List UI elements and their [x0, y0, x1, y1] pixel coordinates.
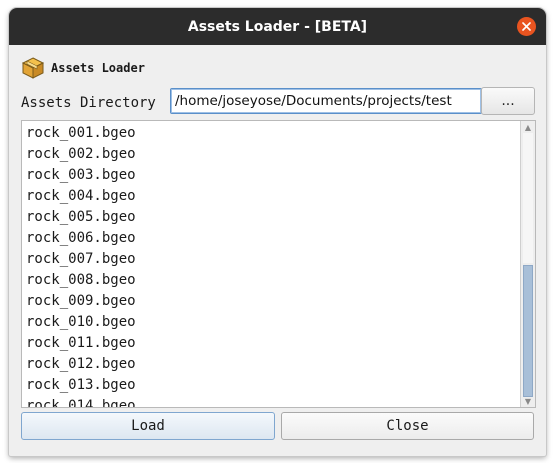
list-item[interactable]: rock_013.bgeo [26, 375, 136, 396]
window-title: Assets Loader - [BETA] [187, 18, 368, 35]
scroll-up-arrow-icon[interactable]: ▲ [523, 123, 533, 132]
file-list-items: rock_001.bgeo rock_002.bgeo rock_003.bgeo r… [26, 123, 136, 407]
directory-input[interactable] [170, 88, 482, 114]
close-icon [522, 22, 531, 31]
scroll-thumb[interactable] [523, 265, 533, 397]
list-item[interactable]: rock_006.bgeo [26, 228, 136, 249]
list-item[interactable]: rock_003.bgeo [26, 165, 136, 186]
list-item[interactable]: rock_008.bgeo [26, 270, 136, 291]
load-button[interactable]: Load [21, 412, 275, 440]
header: Assets Loader [21, 56, 145, 80]
title-bar[interactable]: Assets Loader - [BETA] [9, 8, 546, 45]
scroll-down-arrow-icon[interactable]: ▼ [523, 397, 533, 406]
list-item[interactable]: rock_005.bgeo [26, 207, 136, 228]
assets-loader-window: Assets Loader - [BETA] Assets Loader Ass… [9, 8, 546, 456]
list-item[interactable]: rock_004.bgeo [26, 186, 136, 207]
list-item[interactable]: rock_010.bgeo [26, 312, 136, 333]
scroll-track[interactable] [523, 133, 533, 263]
list-item[interactable]: rock_014.bgeo [26, 396, 136, 407]
asset-file-list[interactable]: rock_001.bgeo rock_002.bgeo rock_003.bgeo r… [21, 120, 536, 408]
package-box-icon [21, 57, 45, 79]
header-label: Assets Loader [51, 61, 145, 75]
list-item[interactable]: rock_009.bgeo [26, 291, 136, 312]
browse-button[interactable]: ... [481, 87, 535, 115]
list-item[interactable]: rock_012.bgeo [26, 354, 136, 375]
list-item[interactable]: rock_007.bgeo [26, 249, 136, 270]
list-item[interactable]: rock_001.bgeo [26, 123, 136, 144]
vertical-scrollbar[interactable]: ▲ ▼ [520, 121, 535, 407]
directory-label: Assets Directory [21, 95, 156, 111]
list-item[interactable]: rock_011.bgeo [26, 333, 136, 354]
list-item[interactable]: rock_002.bgeo [26, 144, 136, 165]
window-close-button[interactable] [517, 17, 536, 36]
close-button[interactable]: Close [281, 412, 534, 440]
